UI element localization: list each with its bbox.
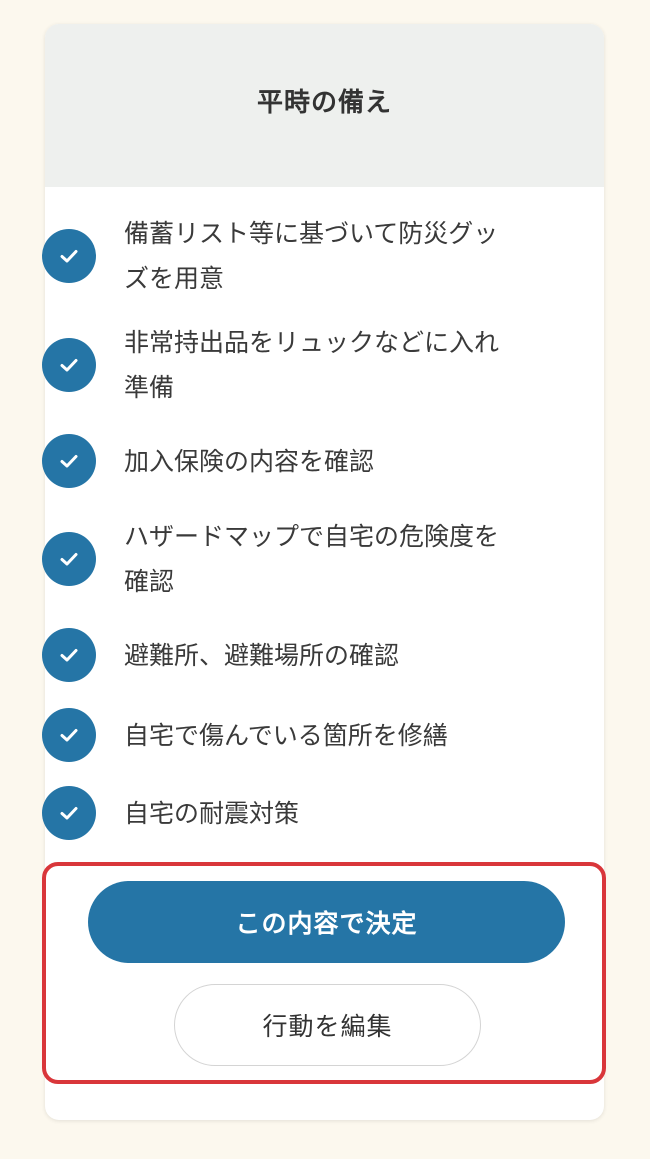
checklist-item[interactable]: 避難所、避難場所の確認 — [42, 628, 522, 682]
confirm-button[interactable]: この内容で決定 — [88, 881, 565, 963]
checklist-item-label: 自宅で傷んでいる箇所を修繕 — [124, 720, 448, 750]
checkmark-icon[interactable] — [42, 338, 96, 392]
card-header: 平時の備え — [45, 24, 604, 187]
checkmark-icon[interactable] — [42, 434, 96, 488]
checklist-item-label: ハザードマップで自宅の危険度を確認 — [124, 522, 500, 596]
checkmark-icon[interactable] — [42, 532, 96, 586]
checklist-item-label: 避難所、避難場所の確認 — [124, 640, 400, 670]
checklist-item[interactable]: ハザードマップで自宅の危険度を確認 — [42, 514, 522, 604]
checklist-item-label: 非常持出品をリュックなどに入れ準備 — [124, 328, 500, 402]
checkmark-icon[interactable] — [42, 708, 96, 762]
checklist-item[interactable]: 備蓄リスト等に基づいて防災グッズを用意 — [42, 211, 522, 301]
checklist-item-label: 加入保険の内容を確認 — [124, 446, 375, 476]
checklist-item[interactable]: 自宅で傷んでいる箇所を修繕 — [42, 708, 522, 762]
card-title: 平時の備え — [256, 88, 392, 118]
checkmark-icon[interactable] — [42, 628, 96, 682]
checkmark-icon[interactable] — [42, 229, 96, 283]
checklist-item-label: 自宅の耐震対策 — [124, 798, 300, 828]
checklist-item[interactable]: 非常持出品をリュックなどに入れ準備 — [42, 320, 522, 410]
edit-actions-button[interactable]: 行動を編集 — [174, 984, 481, 1066]
checklist-item[interactable]: 加入保険の内容を確認 — [42, 434, 522, 488]
checkmark-icon[interactable] — [42, 786, 96, 840]
checklist-item-label: 備蓄リスト等に基づいて防災グッズを用意 — [124, 219, 499, 293]
checklist-item[interactable]: 自宅の耐震対策 — [42, 786, 522, 840]
